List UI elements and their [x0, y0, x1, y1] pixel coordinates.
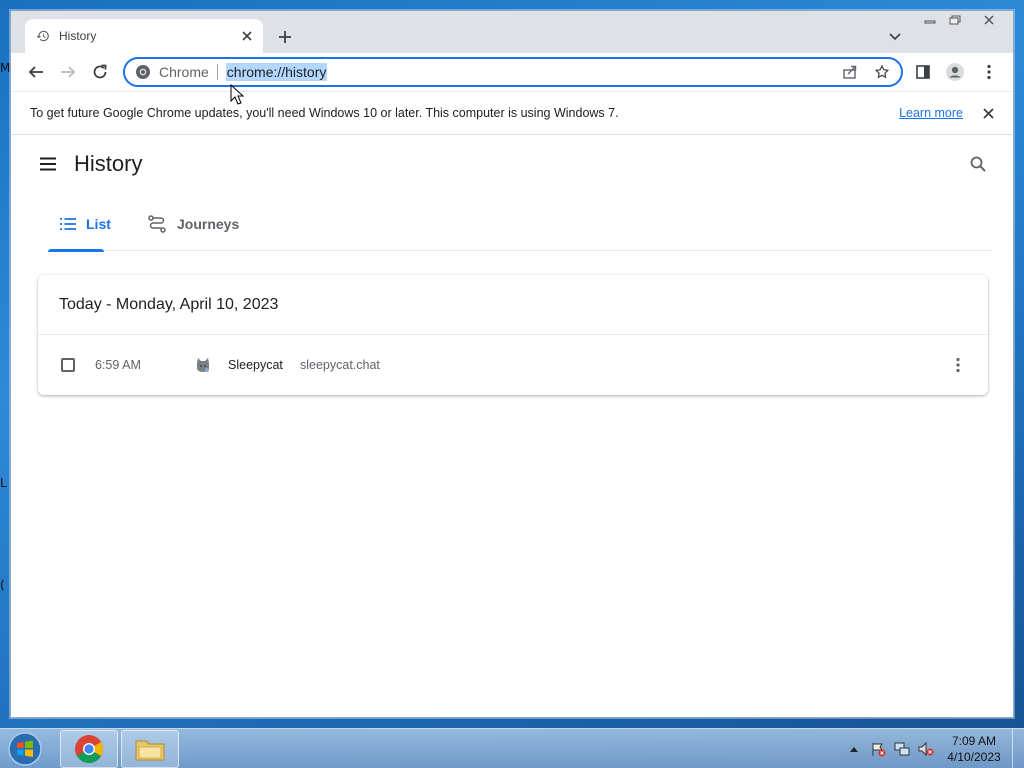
taskbar-clock[interactable]: 7:09 AM 4/10/2023 [944, 733, 1004, 765]
bookmark-star-icon[interactable] [869, 61, 895, 83]
reload-button[interactable] [86, 58, 114, 86]
taskbar-chrome-button[interactable] [60, 730, 118, 768]
clock-date: 4/10/2023 [947, 750, 1001, 764]
chrome-window: History Chrome chrome://history To get f… [10, 10, 1014, 718]
date-header: Today - Monday, April 10, 2023 [38, 275, 988, 335]
tab-search-chevron-down-icon[interactable] [883, 25, 907, 49]
share-icon[interactable] [837, 61, 863, 83]
toolbar: Chrome chrome://history [11, 53, 1013, 91]
infobar-close-icon[interactable] [977, 102, 999, 124]
chrome-logo-icon [136, 65, 150, 79]
desktop-fragment: ( [0, 578, 5, 592]
history-icon [35, 28, 51, 44]
minimize-button[interactable] [917, 11, 943, 29]
desktop-fragment: M [0, 61, 11, 75]
start-button[interactable] [5, 730, 45, 768]
page-header: History [11, 135, 1013, 191]
history-entry[interactable]: 6:59 AM Sleepycat sleepycat.chat [38, 335, 988, 395]
entry-checkbox[interactable] [61, 358, 75, 372]
entry-time: 6:59 AM [95, 358, 141, 372]
desktop-fragment: L [0, 476, 7, 490]
taskbar: 7:09 AM 4/10/2023 [0, 728, 1024, 768]
learn-more-link[interactable]: Learn more [899, 106, 963, 120]
update-infobar: To get future Google Chrome updates, you… [11, 91, 1013, 135]
folder-icon [135, 740, 165, 761]
window-close-button[interactable] [968, 11, 1010, 29]
tray-chevron-up-icon[interactable] [842, 737, 866, 761]
tab-list[interactable]: List [48, 197, 111, 252]
entry-title-link[interactable]: Sleepycat [228, 358, 283, 372]
back-button[interactable] [22, 58, 50, 86]
system-tray [842, 735, 938, 763]
mouse-cursor-icon [230, 84, 244, 105]
history-page: History List Journeys Today - Monday, Ap… [11, 135, 1013, 717]
restore-button[interactable] [943, 11, 967, 29]
side-panel-icon[interactable] [909, 58, 937, 86]
close-tab-icon[interactable] [235, 24, 259, 48]
url-text[interactable]: chrome://history [225, 63, 328, 81]
address-bar[interactable]: Chrome chrome://history [123, 57, 903, 87]
show-desktop-button[interactable] [1012, 729, 1024, 768]
windows-logo-icon [8, 732, 42, 766]
tab-history[interactable]: History [25, 19, 263, 53]
entry-domain: sleepycat.chat [300, 358, 380, 372]
tab-title: History [59, 29, 97, 43]
list-icon [60, 214, 76, 234]
entry-more-icon[interactable] [946, 353, 970, 377]
tab-journeys[interactable]: Journeys [135, 197, 239, 251]
history-tabs: List Journeys [48, 197, 992, 252]
journeys-icon [147, 214, 167, 234]
chrome-icon [75, 735, 103, 763]
hamburger-menu-icon[interactable] [35, 151, 61, 177]
search-icon[interactable] [965, 151, 991, 177]
selected-tab-indicator [48, 249, 104, 252]
more-menu-icon[interactable] [975, 58, 1003, 86]
volume-muted-icon[interactable] [914, 737, 938, 761]
history-card: Today - Monday, April 10, 2023 6:59 AM S… [38, 275, 988, 395]
clock-time: 7:09 AM [951, 734, 997, 748]
profile-avatar-icon[interactable] [941, 58, 969, 86]
omnibox-divider [216, 64, 218, 80]
forward-button[interactable] [54, 58, 82, 86]
new-tab-button[interactable] [273, 25, 297, 49]
taskbar-explorer-button[interactable] [121, 730, 179, 768]
sleepycat-favicon-icon [195, 357, 211, 373]
site-chip[interactable]: Chrome [135, 64, 209, 80]
network-icon[interactable] [890, 737, 914, 761]
infobar-message: To get future Google Chrome updates, you… [30, 106, 619, 120]
page-title: History [74, 151, 143, 176]
action-center-flag-icon[interactable] [866, 737, 890, 761]
tab-strip: History [11, 11, 1013, 53]
tab-journeys-label: Journeys [177, 216, 240, 232]
site-chip-label: Chrome [159, 64, 209, 80]
tab-list-label: List [86, 216, 111, 232]
